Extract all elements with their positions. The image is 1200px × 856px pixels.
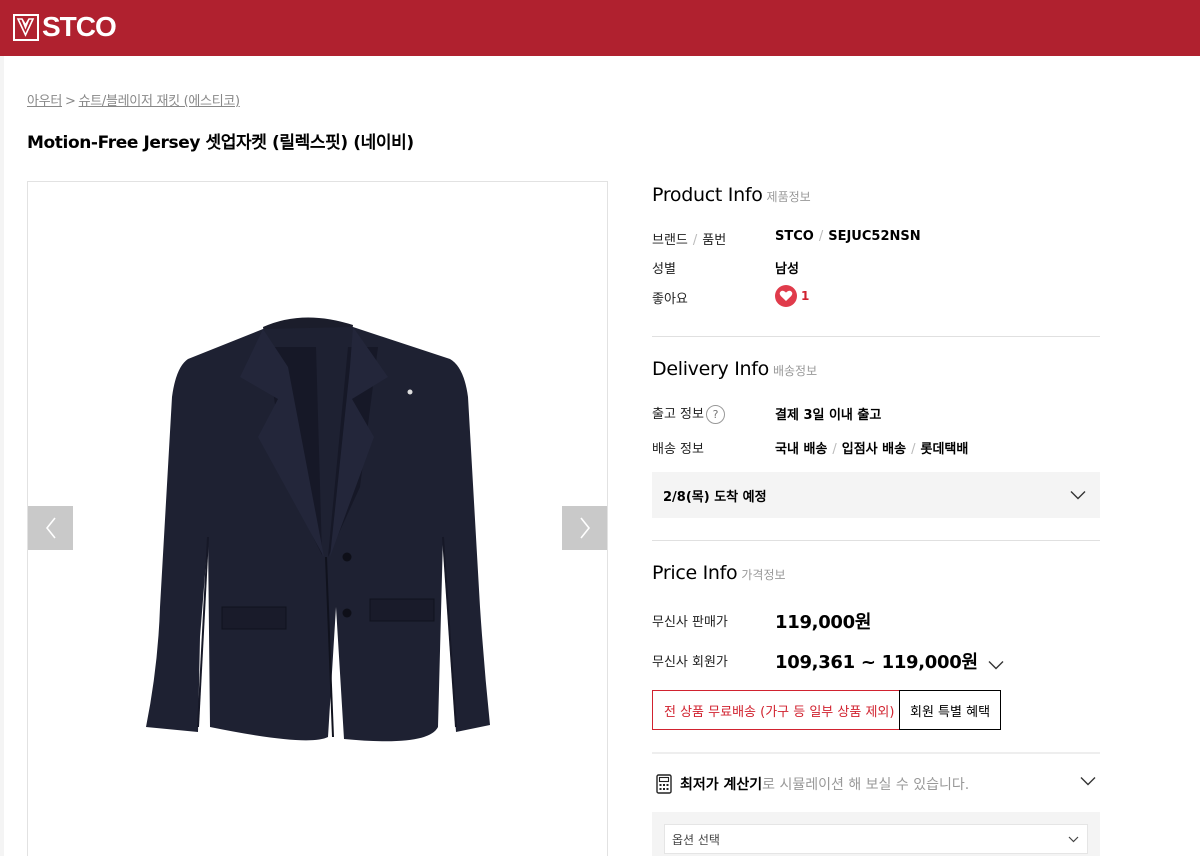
product-info-header: Product Info 제품정보 bbox=[652, 184, 811, 206]
product-image-gallery bbox=[27, 181, 608, 856]
shipping-courier: 롯데택배 bbox=[920, 442, 969, 457]
shipping-slash: / bbox=[911, 442, 916, 457]
sale-price-label: 무신사 판매가 bbox=[652, 615, 728, 630]
calculator-title: 최저가 계산기 bbox=[680, 777, 763, 793]
shipping-label: 배송 정보 bbox=[652, 442, 704, 457]
price-info-subtitle: 가격정보 bbox=[741, 568, 786, 582]
likes-count: 1 bbox=[801, 289, 810, 303]
release-value: 결제 3일 이내 출고 bbox=[775, 408, 882, 423]
delivery-info-subtitle: 배송정보 bbox=[772, 364, 818, 378]
brand-partno-label: 브랜드 / 품번 bbox=[652, 229, 726, 248]
left-page-edge bbox=[0, 56, 4, 856]
member-benefit-button[interactable]: 회원 특별 혜택 bbox=[899, 690, 1002, 730]
calculator-icon bbox=[656, 774, 672, 794]
price-info-title: Price Info bbox=[652, 562, 738, 584]
section-divider bbox=[652, 540, 1100, 541]
gender-value: 남성 bbox=[775, 262, 799, 277]
help-question-icon[interactable]: ? bbox=[705, 405, 725, 424]
chevron-right-icon bbox=[579, 517, 590, 539]
member-price-toggle[interactable]: 109,361 ~ 119,000원 bbox=[775, 648, 1004, 674]
option-select-placeholder: 옵션 선택 bbox=[672, 832, 720, 847]
partno-label: 품번 bbox=[702, 233, 727, 248]
sale-price-value: 119,000원 bbox=[775, 612, 872, 633]
product-info-title: Product Info bbox=[652, 184, 763, 206]
breadcrumb-separator: > bbox=[64, 94, 76, 109]
chevron-left-icon bbox=[45, 517, 56, 539]
delivery-info-title: Delivery Info bbox=[652, 358, 769, 380]
chevron-down-icon bbox=[1068, 836, 1079, 842]
brand-label: 브랜드 bbox=[652, 233, 688, 248]
breadcrumb: 아우터 > 슈트/블레이저 재킷 (에스티코) bbox=[27, 90, 240, 109]
arrival-estimate-dropdown[interactable]: 2/8(목) 도착 예정 bbox=[652, 472, 1100, 518]
product-title: Motion-Free Jersey 셋업자켓 (릴렉스핏) (네이비) bbox=[27, 133, 414, 153]
gender-label: 성별 bbox=[652, 262, 676, 277]
free-shipping-button[interactable]: 전 상품 무료배송 (가구 등 일부 상품 제외) bbox=[652, 690, 907, 730]
gallery-prev-button[interactable] bbox=[28, 506, 73, 550]
likes-row: 좋아요 1 bbox=[652, 285, 1100, 309]
shipping-slash: / bbox=[832, 442, 837, 457]
gallery-next-button[interactable] bbox=[562, 506, 607, 550]
chevron-down-icon bbox=[1070, 491, 1086, 500]
release-label: 출고 정보 bbox=[652, 407, 704, 422]
chevron-down-icon bbox=[988, 660, 1004, 669]
arrival-estimate-text: 2/8(목) 도착 예정 bbox=[663, 489, 767, 505]
option-select-area: 옵션 선택 bbox=[652, 812, 1100, 856]
chevron-down-icon bbox=[1080, 777, 1096, 786]
section-divider bbox=[652, 336, 1100, 337]
release-label-wrap: 출고 정보? bbox=[652, 403, 725, 424]
member-price-label: 무신사 회원가 bbox=[652, 655, 728, 670]
brand-value[interactable]: STCO bbox=[775, 229, 814, 244]
calculator-description: 로 시뮬레이션 해 보실 수 있습니다. bbox=[762, 777, 970, 793]
shipping-domestic: 국내 배송 bbox=[775, 442, 828, 457]
price-info-header: Price Info 가격정보 bbox=[652, 562, 786, 584]
member-price-row: 무신사 회원가 109,361 ~ 119,000원 bbox=[652, 648, 1100, 674]
partno-value: SEJUC52NSN bbox=[828, 229, 921, 244]
shipping-value: 국내 배송 / 입점사 배송 / 롯데택배 bbox=[775, 438, 968, 457]
breadcrumb-link-suit-blazer[interactable]: 슈트/블레이저 재킷 (에스티코) bbox=[79, 94, 241, 109]
top-header-bar: STCO bbox=[0, 0, 1200, 56]
stco-logo[interactable]: STCO bbox=[13, 11, 117, 42]
sale-price-row: 무신사 판매가 119,000원 bbox=[652, 608, 1100, 633]
member-price-value: 109,361 ~ 119,000원 bbox=[775, 652, 978, 673]
shipping-vendor: 입점사 배송 bbox=[841, 442, 907, 457]
navy-blazer-photo bbox=[146, 317, 490, 742]
lowest-price-calculator[interactable]: 최저가 계산기 로 시뮬레이션 해 보실 수 있습니다. bbox=[652, 752, 1100, 814]
likes-label: 좋아요 bbox=[652, 292, 688, 307]
option-select[interactable]: 옵션 선택 bbox=[664, 824, 1088, 854]
delivery-info-header: Delivery Info 배송정보 bbox=[652, 358, 817, 380]
release-row: 출고 정보? 결제 3일 이내 출고 bbox=[652, 402, 1100, 424]
heart-icon[interactable] bbox=[775, 285, 797, 307]
brand-partno-value: STCO / SEJUC52NSN bbox=[775, 229, 921, 244]
product-info-subtitle: 제품정보 bbox=[766, 190, 811, 204]
label-slash: / bbox=[692, 233, 698, 248]
stco-logo-mark-icon bbox=[13, 13, 39, 41]
breadcrumb-link-outer[interactable]: 아우터 bbox=[27, 94, 62, 109]
likes-value: 1 bbox=[775, 285, 809, 307]
value-slash: / bbox=[818, 229, 824, 244]
logo-text: STCO bbox=[42, 11, 117, 42]
